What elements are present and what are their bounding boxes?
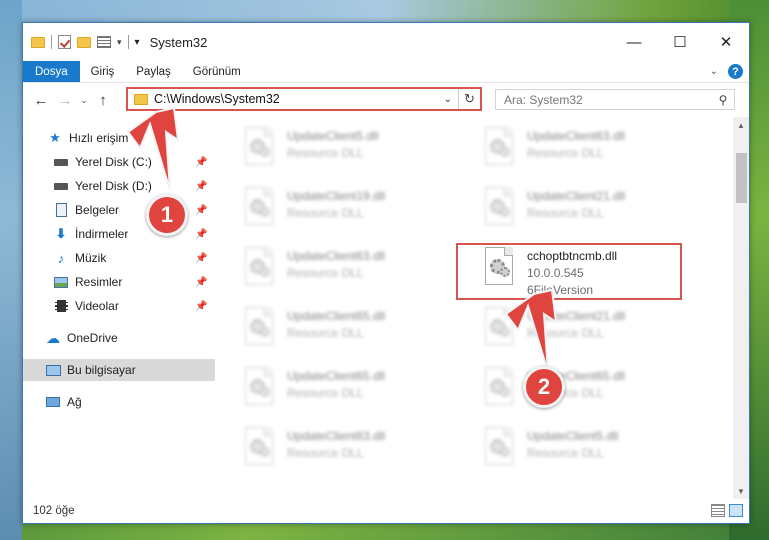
step-2-badge: 2 bbox=[523, 366, 565, 408]
arrow-1-icon bbox=[126, 106, 180, 191]
arrow-2-icon bbox=[504, 288, 558, 373]
step-1-badge: 1 bbox=[146, 194, 188, 236]
callout-arrows bbox=[126, 106, 558, 373]
